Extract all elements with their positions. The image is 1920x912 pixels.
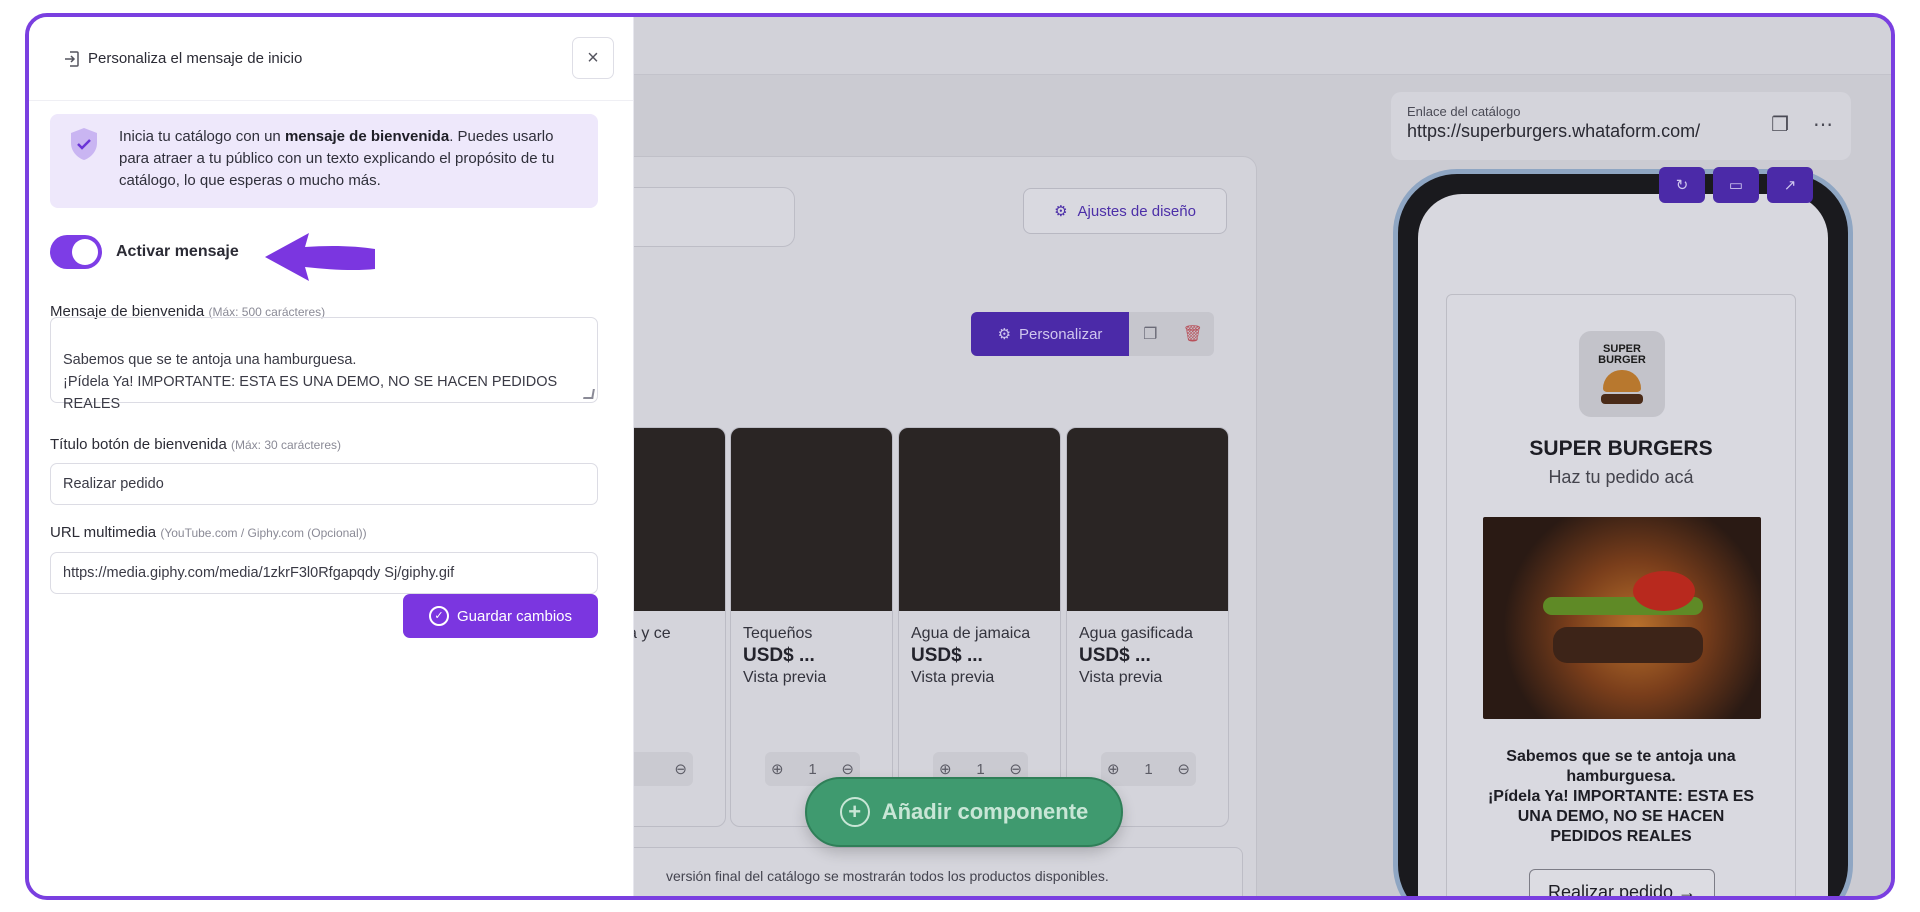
- label-text: Título botón de bienvenida: [50, 436, 227, 453]
- product-card[interactable]: Tequeños USD$ ... Vista previa ⊕ 1 ⊖: [730, 427, 893, 827]
- check-circle-icon: ✓: [428, 606, 449, 626]
- panel-header: Personaliza el mensaje de inicio: [29, 17, 633, 101]
- gear-icon: ⚙: [1054, 203, 1068, 220]
- label-text: URL multimedia: [50, 524, 157, 541]
- activate-message-toggle[interactable]: [50, 235, 102, 269]
- welcome-message: Sabemos que se te antoja una hamburguesa…: [1487, 748, 1755, 845]
- preview-controls: ↻ ▭ ↗: [1659, 167, 1813, 203]
- label-hint: (Máx: 30 carácteres): [230, 438, 342, 452]
- shield-check-icon: [71, 128, 97, 160]
- info-bold: mensaje de bienvenida: [284, 128, 450, 145]
- product-name: Agua de jamaica: [911, 625, 1031, 642]
- logo-text: BURGER: [1598, 354, 1646, 366]
- quantity-value: 1: [976, 760, 985, 778]
- trash-icon[interactable]: 🗑: [1172, 312, 1215, 356]
- product-preview: Vista previa: [911, 669, 995, 686]
- plus-icon[interactable]: ⊕: [939, 760, 952, 778]
- plus-circle-icon: +: [839, 797, 870, 827]
- quantity-stepper[interactable]: ⊕ 1 ⊖: [1101, 752, 1196, 786]
- product-name: Agua gasificada: [1079, 625, 1193, 642]
- product-price: USD$ ...: [911, 645, 983, 666]
- product-image: [899, 428, 1060, 611]
- label-hint: (YouTube.com / Giphy.com (Opcional)): [160, 526, 367, 540]
- title-input-ghost[interactable]: [607, 187, 795, 247]
- burger-media: [1483, 517, 1761, 719]
- welcome-message-value: Sabemos que se te antoja una hamburguesa…: [63, 352, 558, 412]
- welcome-settings-panel: Personaliza el mensaje de inicio × Inici…: [29, 17, 634, 896]
- activate-message-label: Activar mensaje: [116, 243, 239, 260]
- minus-icon[interactable]: ⊖: [841, 760, 854, 778]
- minus-icon[interactable]: ⊖: [674, 760, 687, 778]
- media-url-value: https://media.giphy.com/media/1zkrF3l0Rf…: [63, 565, 455, 581]
- brand-title: SUPER BURGERS: [1529, 437, 1713, 460]
- save-changes-button[interactable]: ✓ Guardar cambios: [403, 594, 598, 638]
- media-url-field[interactable]: https://media.giphy.com/media/1zkrF3l0Rf…: [50, 552, 598, 594]
- button-title-label: Título botón de bienvenida (Máx: 30 cará…: [50, 436, 341, 453]
- button-title-field[interactable]: Realizar pedido: [50, 463, 598, 505]
- resize-handle-icon[interactable]: [583, 389, 595, 399]
- panel-title: Personaliza el mensaje de inicio: [88, 50, 303, 67]
- save-changes-label: Guardar cambios: [456, 607, 573, 625]
- close-icon: ×: [587, 46, 599, 69]
- minus-icon[interactable]: ⊖: [1177, 760, 1190, 778]
- login-icon: [65, 50, 79, 67]
- plus-icon[interactable]: ⊕: [1107, 760, 1120, 778]
- brand-subtitle: Haz tu pedido acá: [1548, 467, 1694, 487]
- product-price: USD$ ...: [743, 645, 815, 666]
- duplicate-icon[interactable]: ❐: [1129, 312, 1172, 356]
- product-name: Tequeños: [743, 625, 813, 642]
- plus-icon[interactable]: ⊕: [771, 760, 784, 778]
- phone-preview: SUPER BURGER SUPER BURGERS Haz tu pedido…: [1393, 169, 1853, 896]
- more-icon[interactable]: ⋯: [1813, 112, 1833, 137]
- brand-logo: SUPER BURGER: [1579, 331, 1665, 417]
- customize-button[interactable]: ⚙ Personalizar: [971, 312, 1129, 356]
- product-image: [731, 428, 892, 611]
- quantity-value: 1: [808, 760, 817, 778]
- product-card[interactable]: Agua de jamaica USD$ ... Vista previa ⊕ …: [898, 427, 1061, 827]
- catalog-link-card: Enlace del catálogo https://superburgers…: [1391, 92, 1851, 160]
- quantity-value: 1: [1144, 760, 1153, 778]
- button-title-value: Realizar pedido: [63, 476, 164, 492]
- product-preview: Vista previa: [1079, 669, 1163, 686]
- design-settings-label: Ajustes de diseño: [1077, 202, 1196, 220]
- welcome-message-field[interactable]: Sabemos que se te antoja una hamburguesa…: [50, 317, 598, 412]
- copy-icon[interactable]: ❐: [1771, 112, 1789, 137]
- info-banner: Inicia tu catálogo con un mensaje de bie…: [50, 114, 598, 208]
- pointer-arrow-icon: [265, 233, 375, 281]
- desktop-icon[interactable]: ▭: [1713, 167, 1759, 203]
- product-card[interactable]: Agua gasificada USD$ ... Vista previa ⊕ …: [1066, 427, 1229, 827]
- media-url-label: URL multimedia (YouTube.com / Giphy.com …: [50, 524, 367, 541]
- welcome-preview-card: SUPER BURGER SUPER BURGERS Haz tu pedido…: [1446, 294, 1796, 896]
- info-text: Inicia tu catálogo con un: [119, 128, 285, 145]
- order-button[interactable]: Realizar pedido →: [1529, 869, 1715, 896]
- gear-icon: ⚙: [997, 326, 1012, 343]
- product-price: USD$ ...: [1079, 645, 1151, 666]
- component-toolbar: ⚙ Personalizar ❐ 🗑: [971, 312, 1214, 356]
- toggle-knob: [72, 239, 98, 265]
- phone-screen: SUPER BURGER SUPER BURGERS Haz tu pedido…: [1418, 194, 1828, 896]
- refresh-icon[interactable]: ↻: [1659, 167, 1705, 203]
- activate-message-row: Activar mensaje: [50, 235, 239, 269]
- minus-icon[interactable]: ⊖: [1009, 760, 1022, 778]
- catalog-notice: versión final del catálogo se mostrarán …: [607, 847, 1243, 896]
- external-link-icon[interactable]: ↗: [1767, 167, 1813, 203]
- add-component-button[interactable]: + Añadir componente: [805, 777, 1123, 847]
- app-frame: ⚙ Ajustes de diseño ⚙ Personalizar ❐ 🗑 s…: [25, 13, 1895, 900]
- product-preview: Vista previa: [743, 669, 827, 686]
- design-settings-button[interactable]: ⚙ Ajustes de diseño: [1023, 188, 1227, 234]
- add-component-label: Añadir componente: [881, 799, 1089, 824]
- close-button[interactable]: ×: [572, 37, 614, 79]
- customize-label: Personalizar: [1019, 325, 1103, 343]
- product-image: [1067, 428, 1228, 611]
